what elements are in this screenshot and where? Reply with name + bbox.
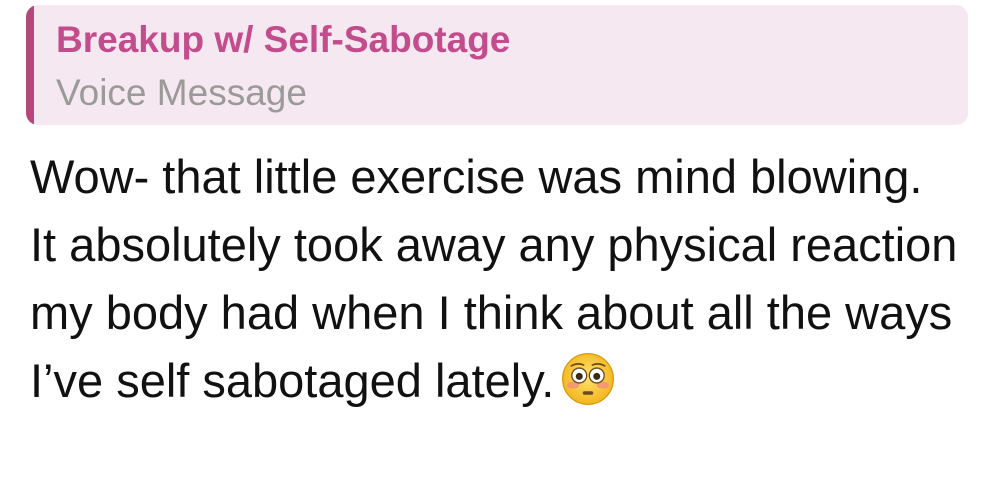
reply-quote[interactable]: Breakup w/ Self-Sabotage Voice Message [26,5,968,125]
reply-accent-bar [26,5,34,125]
reply-title: Breakup w/ Self-Sabotage [56,19,511,60]
reply-subtitle: Voice Message [56,72,307,113]
message-body: Wow- that little exercise was mind blowi… [30,143,960,415]
flushed-face-icon [562,352,615,406]
message-text: Wow- that little exercise was mind blowi… [30,150,958,407]
